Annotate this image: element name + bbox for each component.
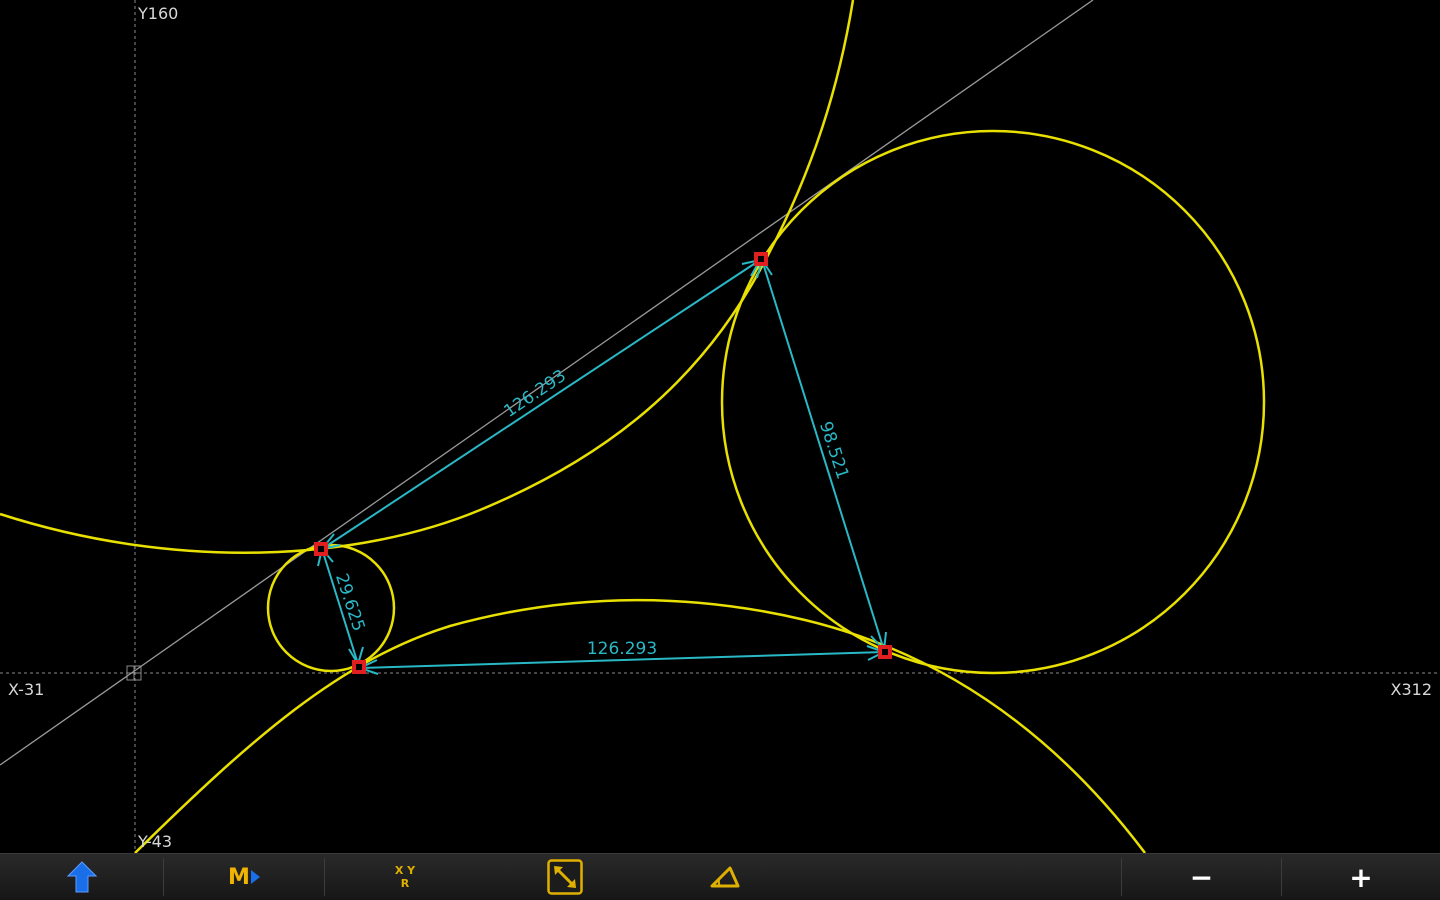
endpoint-marker-left-lower[interactable]	[352, 660, 366, 674]
angle-button[interactable]	[645, 854, 805, 900]
dim-label-left: 29.625	[331, 571, 368, 634]
y-axis-top-label: Y160	[137, 4, 178, 23]
dim-label-top: 126.293	[500, 366, 569, 422]
xyr-icon: X Y R	[395, 865, 415, 889]
bottom-toolbar: M X Y R − +	[0, 853, 1440, 900]
plus-icon: +	[1349, 860, 1373, 894]
x-axis-left-label: X-31	[8, 680, 44, 699]
xyr-top-text: X Y	[394, 864, 416, 877]
zoom-in-button[interactable]: +	[1282, 854, 1440, 900]
triangle-angle-icon	[710, 866, 740, 888]
play-triangle-icon	[250, 870, 260, 884]
shift-button[interactable]	[0, 854, 163, 900]
endpoint-marker-left-upper[interactable]	[314, 542, 328, 556]
y-axis-bottom-label: Y-43	[137, 832, 172, 851]
up-arrow-icon	[66, 861, 97, 893]
mode-label: M	[228, 864, 250, 890]
xyr-bottom-text: R	[400, 877, 410, 890]
small-circle-left	[266, 543, 396, 673]
fit-button[interactable]	[485, 854, 645, 900]
minus-icon: −	[1189, 860, 1214, 894]
cad-app: 126.293 98.521 126.293 29.625 Y160 Y-43 …	[0, 0, 1440, 900]
drawing-canvas[interactable]: 126.293 98.521 126.293 29.625 Y160 Y-43 …	[0, 0, 1440, 853]
mode-button[interactable]: M	[164, 854, 324, 900]
zoom-out-button[interactable]: −	[1122, 854, 1281, 900]
large-circle-right	[720, 129, 1266, 675]
fit-diagonal-icon	[547, 859, 583, 895]
dim-top	[319, 258, 762, 551]
coordinate-button[interactable]: X Y R	[325, 854, 485, 900]
endpoint-marker-top[interactable]	[754, 252, 768, 266]
dim-right	[756, 257, 887, 653]
endpoint-marker-right[interactable]	[878, 645, 892, 659]
dim-label-bottom: 126.293	[587, 639, 657, 659]
x-axis-right-label: X312	[1391, 680, 1433, 699]
upper-left-arc	[0, 0, 855, 554]
